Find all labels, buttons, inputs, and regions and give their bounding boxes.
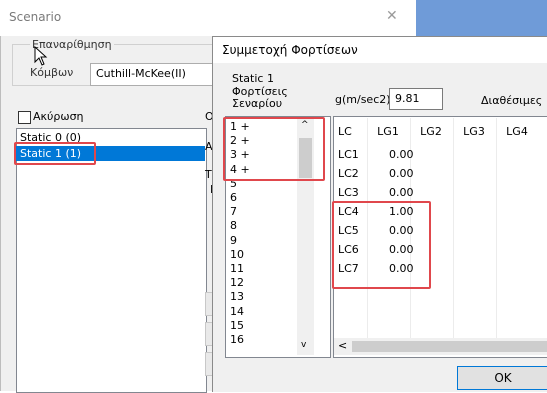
g-input[interactable]: 9.81 bbox=[389, 88, 443, 110]
scroll-left-icon[interactable]: < bbox=[338, 339, 347, 352]
scenario-title-bar bbox=[0, 0, 416, 36]
grid-cell-lg1[interactable]: 0.00 bbox=[389, 167, 414, 180]
scroll-down-icon[interactable]: v bbox=[301, 340, 306, 350]
loads-highlight-box bbox=[223, 117, 325, 181]
g-input-value: 9.81 bbox=[395, 92, 420, 105]
ok-button[interactable]: OK bbox=[457, 366, 547, 390]
scenario-list[interactable] bbox=[16, 128, 207, 393]
grid-column-header: LC bbox=[338, 125, 352, 138]
grid-column-header: LG1 bbox=[377, 125, 399, 138]
grid-column-header: LG2 bbox=[420, 125, 442, 138]
load-list-item[interactable]: 6 bbox=[230, 191, 237, 204]
load-list-item[interactable]: 10 bbox=[230, 248, 244, 261]
mouse-cursor-icon bbox=[34, 46, 48, 66]
close-icon[interactable]: ✕ bbox=[386, 8, 398, 24]
algorithm-select-value: Cuthill-McKee(II) bbox=[96, 67, 186, 80]
grid-column-header: LG4 bbox=[506, 125, 528, 138]
load-list-item[interactable]: 9 bbox=[230, 234, 237, 247]
grid-cell-lg1[interactable]: 0.00 bbox=[389, 148, 414, 161]
scenario-highlight-box bbox=[14, 142, 96, 165]
load-list-item[interactable]: 15 bbox=[230, 319, 244, 332]
load-list-item[interactable]: 13 bbox=[230, 290, 244, 303]
scenario-window-title: Scenario bbox=[9, 10, 62, 24]
load-list-item[interactable]: 7 bbox=[230, 205, 237, 218]
cancel-checkbox-label: Ακύρωση bbox=[33, 110, 84, 123]
grid-column-header: LG3 bbox=[463, 125, 485, 138]
available-label: Διαθέσιμες bbox=[481, 94, 543, 107]
algorithm-select[interactable]: Cuthill-McKee(II) bbox=[90, 63, 218, 86]
cancel-checkbox[interactable] bbox=[18, 111, 31, 124]
dialog-title: Συμμετοχή Φορτίσεων bbox=[222, 43, 358, 57]
g-label: g(m/sec2) bbox=[335, 93, 391, 106]
load-list-item[interactable]: 8 bbox=[230, 219, 237, 232]
load-list-item[interactable]: 11 bbox=[230, 262, 244, 275]
nodes-label: Κόμβων bbox=[30, 66, 74, 79]
loads-label-line2: Σεναρίου bbox=[232, 97, 283, 110]
grid-row-lc: LC3 bbox=[338, 186, 359, 199]
grid-cell-lg1[interactable]: 0.00 bbox=[389, 186, 414, 199]
load-list-item[interactable]: 12 bbox=[230, 276, 244, 289]
grid-row-lc: LC2 bbox=[338, 167, 359, 180]
background-window-strip bbox=[416, 0, 547, 36]
load-list-item[interactable]: 16 bbox=[230, 333, 244, 346]
grid-values-highlight-box bbox=[332, 201, 431, 289]
load-list-item[interactable]: 14 bbox=[230, 305, 244, 318]
grid-scroll-thumb[interactable] bbox=[352, 341, 547, 352]
scenario-name: Static 1 bbox=[232, 72, 274, 85]
grid-row-lc: LC1 bbox=[338, 148, 359, 161]
